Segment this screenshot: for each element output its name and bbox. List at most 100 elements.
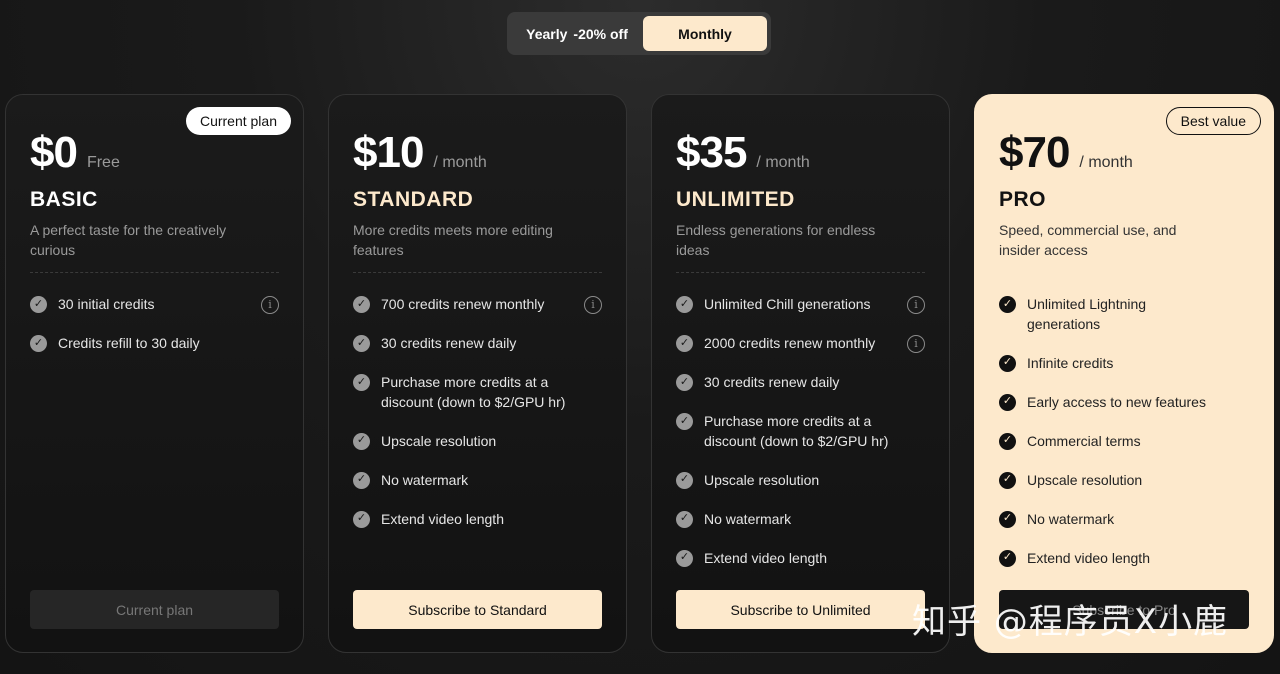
plan-price: $70 [999,128,1070,177]
info-icon[interactable]: i [261,296,279,314]
plan-description: Speed, commercial use, and insider acces… [999,222,1177,258]
plan-price: $10 [353,128,424,177]
feature-item: ✓ Extend video length [353,510,602,530]
plan-card-pro: Best value $70 / month PRO Speed, commer… [974,94,1274,653]
yearly-option[interactable]: Yearly -20% off [511,16,643,51]
feature-item: ✓ 30 credits renew daily [353,334,602,354]
feature-text: Purchase more credits at a discount (dow… [381,374,566,410]
info-icon[interactable]: i [907,296,925,314]
yearly-label: Yearly [526,25,568,42]
feature-text: Extend video length [1027,549,1150,566]
check-icon: ✓ [676,471,693,489]
feature-item: ✓ 2000 credits renew monthly i [676,334,925,354]
current-plan-badge: Current plan [185,107,291,135]
plan-description: Endless generations for endless ideas [676,222,876,258]
subscribe-unlimited-button[interactable]: Subscribe to Unlimited [676,590,925,629]
divider [676,272,925,273]
plan-price: $35 [676,128,747,177]
check-icon: ✓ [676,296,693,313]
plan-period: Free [86,154,120,171]
feature-item: ✓ No watermark [999,510,1249,530]
feature-text: 700 credits renew monthly [381,296,545,312]
feature-item: ✓ Upscale resolution [353,432,602,452]
feature-item: ✓ No watermark [353,471,602,491]
plan-card-unlimited: $35 / month UNLIMITED Endless generation… [651,94,950,653]
check-icon: ✓ [353,374,370,391]
divider [30,272,279,273]
check-icon: ✓ [30,296,47,313]
monthly-option[interactable]: Monthly [643,16,767,51]
check-icon: ✓ [353,296,370,313]
current-plan-button[interactable]: Current plan [30,590,279,629]
yearly-discount: -20% off [573,25,628,42]
feature-item: ✓ Infinite credits [999,354,1249,374]
check-icon: ✓ [353,471,370,489]
plan-card-basic: Current plan $0 Free BASIC A perfect tas… [5,94,304,653]
feature-item: ✓ 700 credits renew monthly i [353,295,602,315]
feature-item: ✓ Unlimited Chill generations i [676,295,925,315]
check-icon: ✓ [999,354,1016,372]
check-icon: ✓ [676,374,693,391]
divider [353,272,602,273]
feature-list: ✓ Unlimited Lightning generations ✓ Infini… [999,295,1249,588]
feature-item: ✓ No watermark [676,510,925,530]
feature-item: ✓ Extend video length [676,549,925,569]
feature-text: Upscale resolution [381,432,497,449]
info-icon[interactable]: i [584,296,602,314]
feature-item: ✓ Purchase more credits at a discount (do… [676,412,925,451]
plan-name: BASIC [30,188,98,211]
feature-list: ✓ Unlimited Chill generations i ✓ 2000 cred… [676,295,925,588]
check-icon: ✓ [999,471,1016,489]
check-icon: ✓ [999,393,1016,411]
feature-text: 30 credits renew daily [381,335,517,351]
feature-text: Extend video length [381,510,504,527]
feature-text: Unlimited Lightning generations [1027,296,1147,332]
plan-period: / month [1079,154,1133,171]
check-icon: ✓ [30,335,47,352]
check-icon: ✓ [676,413,693,430]
feature-text: Infinite credits [1027,354,1114,371]
best-value-badge: Best value [1165,107,1261,135]
feature-text: No watermark [381,471,469,488]
check-icon: ✓ [999,510,1016,528]
feature-text: Purchase more credits at a discount (dow… [704,413,889,449]
feature-text: 30 initial credits [58,296,155,312]
feature-text: No watermark [1027,510,1115,527]
feature-text: Credits refill to 30 daily [58,335,200,351]
plan-description: A perfect taste for the creatively curio… [30,222,227,258]
feature-text: Commercial terms [1027,432,1141,449]
check-icon: ✓ [999,296,1016,313]
billing-toggle: Yearly -20% off Monthly [507,12,771,55]
subscribe-standard-button[interactable]: Subscribe to Standard [353,590,602,629]
feature-text: 2000 credits renew monthly [704,335,876,351]
check-icon: ✓ [676,549,693,567]
info-icon[interactable]: i [907,335,925,353]
feature-text: Unlimited Chill generations [704,296,871,312]
plan-description: More credits meets more editing features [353,222,553,258]
check-icon: ✓ [353,510,370,528]
feature-item: ✓ Extend video length [999,549,1249,569]
feature-text: Upscale resolution [704,471,820,488]
feature-text: 30 credits renew daily [704,374,840,390]
feature-item: ✓ Upscale resolution [676,471,925,491]
feature-item: ✓ Unlimited Lightning generations [999,295,1249,334]
check-icon: ✓ [676,510,693,528]
feature-item: ✓ Upscale resolution [999,471,1249,491]
plan-period: / month [756,154,810,171]
feature-text: Early access to new features [1027,393,1206,410]
check-icon: ✓ [999,432,1016,450]
feature-text: Upscale resolution [1027,471,1143,488]
feature-item: ✓ Commercial terms [999,432,1249,452]
monthly-label: Monthly [678,25,732,42]
feature-item: ✓ Credits refill to 30 daily [30,334,279,354]
feature-item: ✓ 30 credits renew daily [676,373,925,393]
plan-card-standard: $10 / month STANDARD More credits meets … [328,94,627,653]
plan-period: / month [433,154,487,171]
plan-name: UNLIMITED [676,188,795,211]
feature-item: ✓ Early access to new features [999,393,1249,413]
check-icon: ✓ [353,335,370,352]
feature-text: Extend video length [704,549,827,566]
watermark: 知乎 @程序员X小鹿 [912,602,1229,642]
feature-list: ✓ 700 credits renew monthly i ✓ 30 credits … [353,295,602,549]
check-icon: ✓ [353,432,370,450]
